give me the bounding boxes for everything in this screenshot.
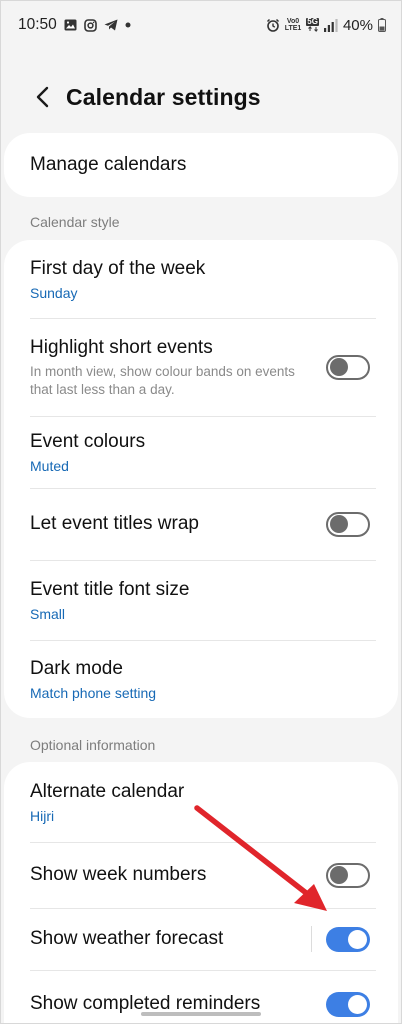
setting-highlight-short-events[interactable]: Highlight short events In month view, sh… — [4, 318, 398, 416]
setting-description: In month view, show colour bands on even… — [30, 363, 295, 397]
event-titles-wrap-toggle[interactable] — [326, 511, 370, 537]
home-indicator[interactable] — [141, 1012, 261, 1016]
toggle-knob — [330, 515, 348, 533]
toggle-knob — [330, 866, 348, 884]
setting-value: Muted — [30, 457, 69, 474]
setting-show-weather-forecast[interactable]: Show weather forecast — [4, 908, 398, 970]
setting-first-day-of-week[interactable]: First day of the week Sunday — [4, 240, 398, 318]
volte-icon: Vo0 LTE1 — [284, 18, 302, 32]
toggle-knob — [348, 929, 367, 949]
setting-title: Highlight short events — [30, 336, 213, 358]
setting-dark-mode[interactable]: Dark mode Match phone setting — [4, 640, 398, 718]
setting-title: Show weather forecast — [30, 928, 224, 949]
setting-event-title-font-size[interactable]: Event title font size Small — [4, 560, 398, 640]
setting-let-event-titles-wrap[interactable]: Let event titles wrap — [4, 488, 398, 560]
manage-calendars-item[interactable]: Manage calendars — [4, 133, 398, 197]
setting-title: Event colours — [30, 430, 146, 452]
app-bar: Calendar settings — [0, 68, 402, 126]
section-label-optional-information: Optional information — [30, 737, 156, 753]
setting-title: First day of the week — [30, 257, 206, 279]
status-time: 10:50 — [18, 16, 57, 33]
setting-value: Small — [30, 605, 66, 622]
setting-title: Show week numbers — [30, 864, 207, 885]
setting-value: Match phone setting — [30, 684, 157, 701]
battery-percentage: 40% — [342, 16, 373, 34]
setting-title: Dark mode — [30, 657, 123, 679]
item-divider — [311, 926, 312, 952]
weather-forecast-toggle[interactable] — [326, 926, 370, 952]
section-label-calendar-style: Calendar style — [30, 214, 120, 230]
status-bar: 10:50 Vo0 LTE1 5G 40% — [0, 0, 402, 50]
manage-calendars-card: Manage calendars — [4, 133, 398, 197]
setting-alternate-calendar[interactable]: Alternate calendar Hijri — [4, 762, 398, 842]
gallery-icon — [64, 19, 77, 31]
completed-reminders-toggle[interactable] — [326, 992, 370, 1017]
setting-event-colours[interactable]: Event colours Muted — [4, 416, 398, 488]
week-numbers-toggle[interactable] — [326, 862, 370, 888]
signal-icon — [323, 18, 338, 32]
highlight-short-events-toggle[interactable] — [326, 354, 370, 380]
5g-icon: 5G — [306, 18, 319, 32]
alarm-icon — [266, 18, 280, 32]
setting-value: Hijri — [30, 807, 55, 824]
setting-value: Sunday — [30, 284, 78, 301]
calendar-style-card: First day of the week Sunday Highlight s… — [4, 240, 398, 718]
battery-icon — [378, 18, 386, 32]
toggle-knob — [348, 995, 367, 1014]
back-button[interactable] — [20, 75, 64, 119]
telegram-icon — [104, 19, 118, 31]
instagram-icon — [83, 18, 97, 32]
toggle-knob — [330, 358, 348, 376]
setting-title: Let event titles wrap — [30, 513, 199, 534]
optional-information-card: Alternate calendar Hijri Show week numbe… — [4, 762, 398, 1024]
chevron-left-icon — [36, 86, 49, 108]
page-title: Calendar settings — [66, 83, 261, 110]
setting-title: Event title font size — [30, 578, 190, 600]
manage-calendars-label: Manage calendars — [30, 154, 187, 175]
dot-icon — [125, 22, 131, 28]
setting-title: Alternate calendar — [30, 780, 185, 802]
setting-show-week-numbers[interactable]: Show week numbers — [4, 842, 398, 908]
